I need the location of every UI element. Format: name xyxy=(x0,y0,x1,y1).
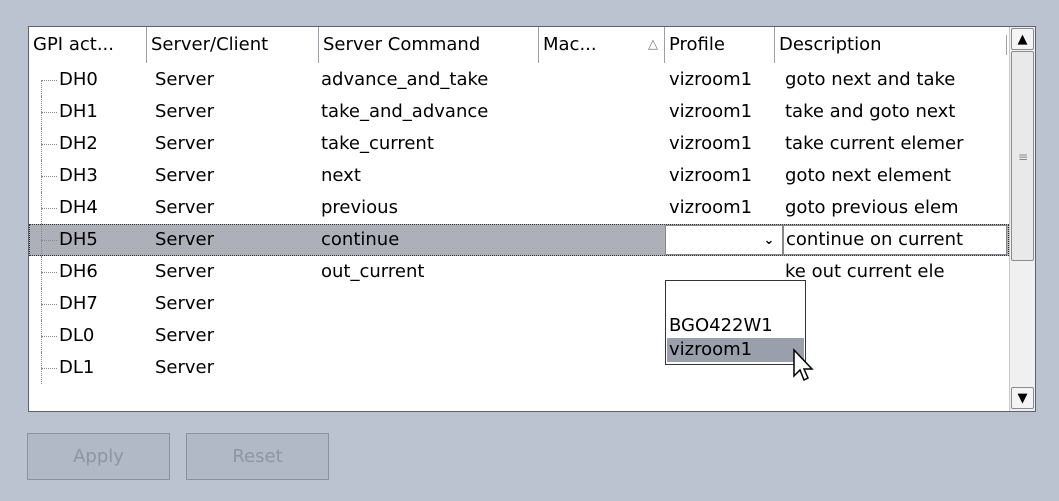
cell-server-client: Server xyxy=(155,197,215,218)
table-row[interactable]: DH6 Server out_current ke out current ele xyxy=(29,256,1009,288)
table-row[interactable]: DL0 Server xyxy=(29,320,1009,352)
cell-gpi-action: DH0 xyxy=(59,69,98,90)
grip-icon: ≡ xyxy=(1018,150,1029,164)
col-header-description[interactable]: Description xyxy=(775,27,1009,63)
tree-line xyxy=(41,80,57,81)
cell-server-client: Server xyxy=(155,101,215,122)
cell-server-client: Server xyxy=(155,293,215,314)
cell-server-command: take_current xyxy=(321,133,434,154)
col-header-gpi-action[interactable]: GPI act... xyxy=(29,27,147,63)
cell-server-command xyxy=(321,288,661,320)
tree-line xyxy=(41,336,57,337)
cell-server-command: out_current xyxy=(321,261,425,282)
cell-server-command: continue xyxy=(321,229,400,250)
col-header-label: Server Command xyxy=(323,34,481,55)
cell-server-client: Server xyxy=(155,325,215,346)
cell-server-client: Server xyxy=(155,229,215,250)
cell-description xyxy=(785,320,1007,352)
cell-description: ke out current ele xyxy=(785,261,945,282)
cell-server-client: Server xyxy=(155,69,215,90)
table-row[interactable]: DH3 Server next vizroom1 goto next element xyxy=(29,160,1009,192)
table-row[interactable]: DH2 Server take_current vizroom1 take curren… xyxy=(29,128,1009,160)
cell-description: take current elemer xyxy=(785,133,964,154)
profile-combobox[interactable]: ⌄ xyxy=(665,225,783,255)
cell-description xyxy=(785,288,1007,320)
table-header: GPI act... Server/Client Server Command … xyxy=(29,27,1009,63)
scroll-down-button[interactable]: ▼ xyxy=(1011,387,1034,409)
table-row[interactable]: DH4 Server previous vizroom1 goto previous e… xyxy=(29,192,1009,224)
col-header-label: Description xyxy=(779,34,882,55)
cell-server-command: next xyxy=(321,165,361,186)
cell-gpi-action: DH1 xyxy=(59,101,98,122)
cell-server-client: Server xyxy=(155,261,215,282)
cell-server-command xyxy=(321,320,661,352)
cell-description: take and goto next xyxy=(785,101,956,122)
tree-line xyxy=(41,176,57,177)
tree-line xyxy=(41,240,57,241)
apply-button[interactable]: Apply xyxy=(27,433,170,480)
tree-line xyxy=(41,112,57,113)
col-header-label: Mac... xyxy=(543,34,597,55)
cell-gpi-action: DH6 xyxy=(59,261,98,282)
cell-server-command: previous xyxy=(321,197,398,218)
col-header-label: GPI act... xyxy=(33,34,114,55)
cell-profile: vizroom1 xyxy=(669,197,753,218)
table-row[interactable]: DL1 Server xyxy=(29,352,1009,384)
cell-server-command xyxy=(321,352,661,384)
tree-line xyxy=(41,144,57,145)
chevron-up-icon: ▲ xyxy=(1017,31,1028,47)
table-row[interactable]: DH1 Server take_and_advance vizroom1 take an… xyxy=(29,96,1009,128)
cell-profile: vizroom1 xyxy=(669,133,753,154)
dropdown-option[interactable]: BGO422W1 xyxy=(667,314,804,338)
scroll-thumb[interactable]: ≡ xyxy=(1011,51,1034,261)
col-header-server-command[interactable]: Server Command xyxy=(319,27,539,63)
chevron-down-icon[interactable]: ⌄ xyxy=(757,227,781,253)
table-row[interactable]: DH5 Server continue ⌄ continue on current xyxy=(29,224,1009,256)
cell-gpi-action: DH5 xyxy=(59,229,98,250)
col-header-label: Profile xyxy=(669,34,725,55)
cell-description: goto next element xyxy=(785,165,952,186)
cell-gpi-action: DH7 xyxy=(59,293,98,314)
col-header-server-client[interactable]: Server/Client xyxy=(147,27,319,63)
cell-description: goto previous elem xyxy=(785,197,959,218)
cell-server-client: Server xyxy=(155,133,215,154)
profile-dropdown-list: BGO422W1 vizroom1 xyxy=(665,280,806,365)
chevron-down-icon: ▼ xyxy=(1017,390,1028,406)
mouse-cursor-icon xyxy=(793,348,814,382)
scroll-up-button[interactable]: ▲ xyxy=(1011,28,1034,50)
table-row[interactable]: DH7 Server xyxy=(29,288,1009,320)
tree-line xyxy=(41,304,57,305)
dropdown-option-highlighted[interactable]: vizroom1 xyxy=(667,338,804,362)
cell-gpi-action: DL0 xyxy=(59,325,95,346)
tree-line xyxy=(41,368,57,369)
cell-server-client: Server xyxy=(155,357,215,378)
cell-gpi-action: DH2 xyxy=(59,133,98,154)
cell-server-client: Server xyxy=(155,165,215,186)
cell-server-command: take_and_advance xyxy=(321,101,489,122)
tree-line xyxy=(41,80,42,96)
cell-description: goto next and take xyxy=(785,69,956,90)
vertical-scrollbar[interactable]: ▲ ≡ ▼ xyxy=(1009,27,1035,411)
sort-ascending-icon: △ xyxy=(648,37,658,52)
cell-gpi-action: DH4 xyxy=(59,197,98,218)
cell-gpi-action: DH3 xyxy=(59,165,98,186)
cell-profile: vizroom1 xyxy=(669,165,753,186)
gpi-table: GPI act... Server/Client Server Command … xyxy=(28,26,1036,412)
reset-button[interactable]: Reset xyxy=(186,433,329,480)
cell-profile: vizroom1 xyxy=(669,101,753,122)
cell-server-command: advance_and_take xyxy=(321,69,489,90)
tree-line xyxy=(41,208,57,209)
tree-line xyxy=(41,272,57,273)
description-input[interactable]: continue on current xyxy=(783,225,1007,255)
col-header-profile[interactable]: Profile xyxy=(665,27,775,63)
col-header-label: Server/Client xyxy=(151,34,269,55)
col-header-macro[interactable]: Mac... △ xyxy=(539,27,665,63)
cell-gpi-action: DL1 xyxy=(59,357,95,378)
cell-profile: vizroom1 xyxy=(669,69,753,90)
table-body: DH0 Server advance_and_take vizroom1 goto ne… xyxy=(29,63,1009,411)
table-row[interactable]: DH0 Server advance_and_take vizroom1 goto ne… xyxy=(29,64,1009,96)
cell-description xyxy=(785,352,1007,384)
row-editor: ⌄ continue on current xyxy=(665,225,1007,255)
